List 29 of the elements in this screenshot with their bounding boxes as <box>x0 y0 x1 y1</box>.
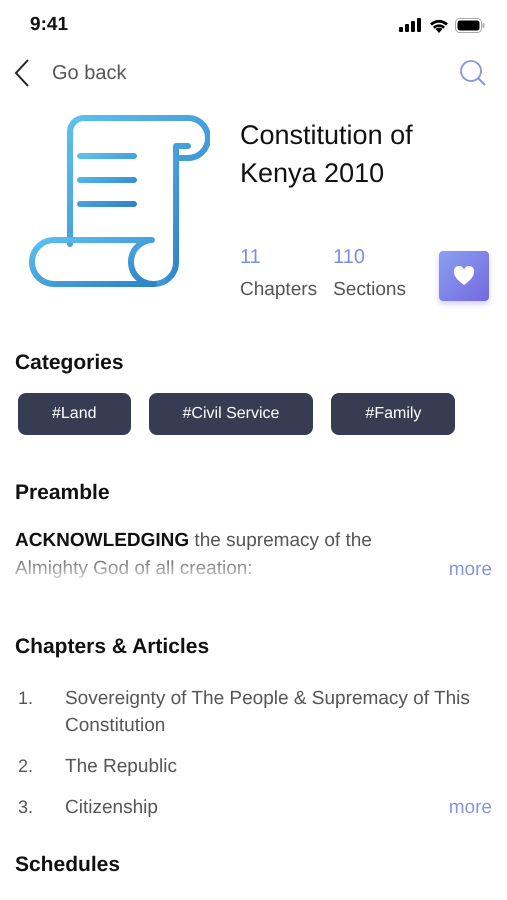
chapter-number: 3. <box>18 796 34 819</box>
chapter-title[interactable]: Sovereignty of The People & Supremacy of This Constitution <box>65 685 492 739</box>
search-icon[interactable] <box>459 59 487 87</box>
back-button[interactable]: Go back <box>14 58 126 88</box>
category-tag[interactable]: #Family <box>331 393 456 435</box>
document-title: Constitution of Kenya 2010 <box>240 119 414 190</box>
section-heading: Schedules <box>14 853 122 877</box>
chapter-title[interactable]: Citizenship <box>65 794 158 821</box>
heart-icon <box>453 266 475 286</box>
stat-count: 110 <box>333 246 366 269</box>
stat-count: 11 <box>240 246 262 269</box>
scroll-icon <box>28 112 210 290</box>
favorite-button[interactable] <box>439 251 489 301</box>
chapter-number: 1. <box>18 687 34 710</box>
chapter-number: 2. <box>18 755 34 778</box>
stat-label: Chapters <box>240 279 318 301</box>
section-heading: Chapters & Articles <box>14 635 210 659</box>
category-tag[interactable]: #Civil Service <box>148 393 314 435</box>
wifi-icon <box>429 18 449 32</box>
signal-icon <box>399 18 423 32</box>
status-time: 9:41 <box>30 14 68 36</box>
stat-label: Sections <box>333 279 406 301</box>
chapter-title[interactable]: The Republic <box>65 753 177 780</box>
preamble-text: ACKNOWLEDGING the supremacy of the Almighty God of all creation: <box>15 529 373 581</box>
category-tag[interactable]: #Land <box>18 393 130 435</box>
section-heading: Preamble <box>14 481 111 505</box>
chevron-left-icon <box>14 58 30 88</box>
battery-icon <box>455 18 485 32</box>
section-heading: Categories <box>14 351 125 375</box>
